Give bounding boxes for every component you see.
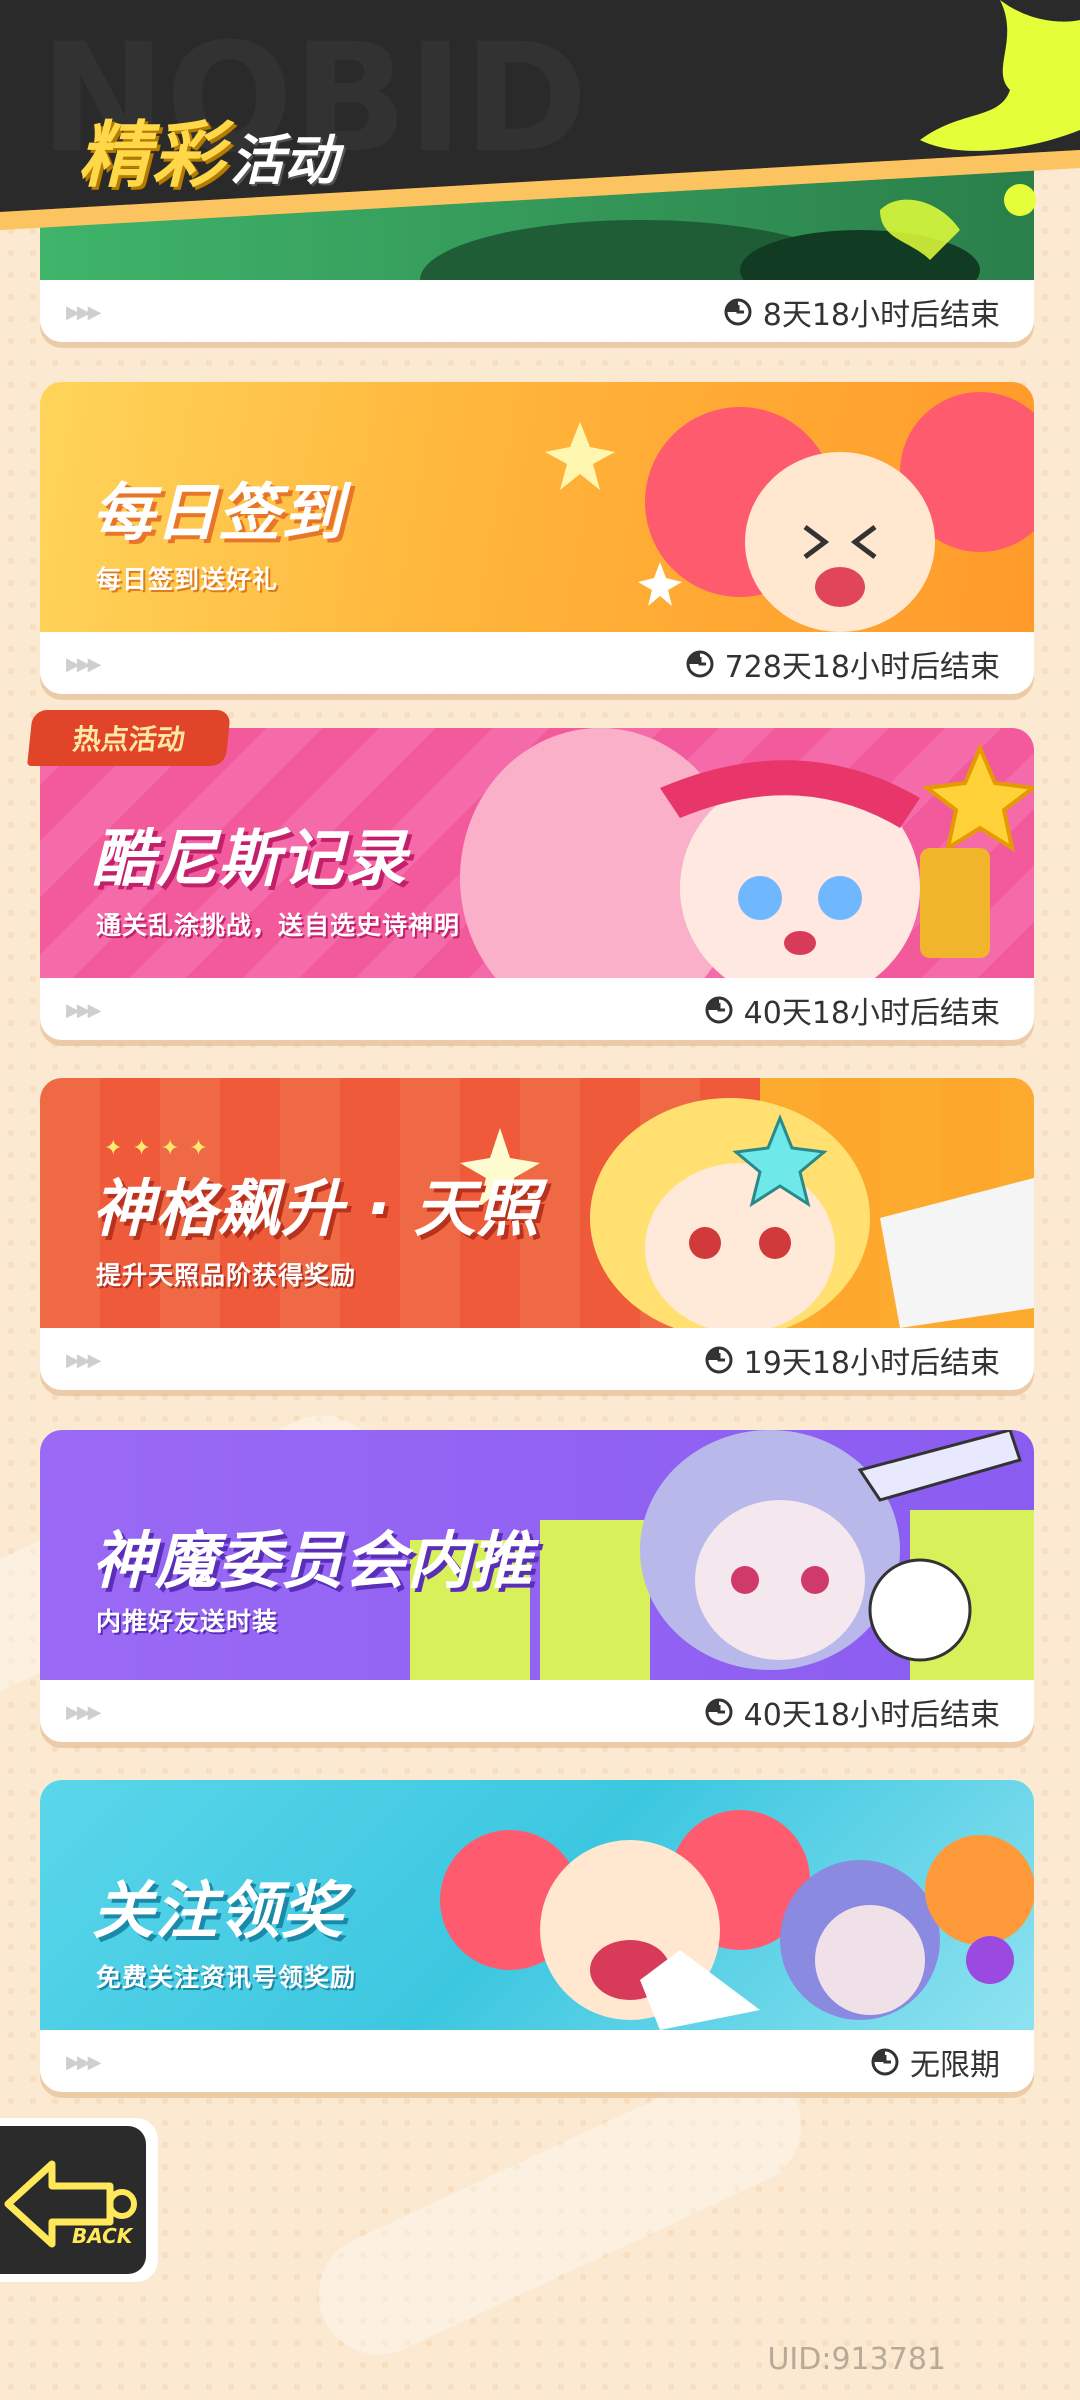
event-banner-image: 每日签到 每日签到送好礼 bbox=[40, 382, 1034, 632]
event-card-record[interactable]: 酷尼斯记录 通关乱涂挑战，送自选史诗神明 ▶▶▶ 40天18小时后结束 bbox=[40, 728, 1034, 1040]
event-timer-text: 19天18小时后结束 bbox=[743, 1346, 1000, 1381]
event-title: 酷尼斯记录 bbox=[90, 821, 408, 897]
back-button-label: BACK bbox=[72, 2224, 133, 2248]
event-card-footer: ▶▶▶ 40天18小时后结束 bbox=[40, 1680, 1034, 1742]
event-subtitle: 免费关注资讯号领奖励 bbox=[96, 1963, 357, 1992]
event-timer-text: 40天18小时后结束 bbox=[743, 996, 1000, 1031]
event-title: 神魔委员会内推 bbox=[90, 1523, 534, 1599]
dots-decoration: ▶▶▶ bbox=[66, 1350, 101, 1371]
event-banner-image: 关注领奖 免费关注资讯号领奖励 bbox=[40, 1780, 1034, 2030]
event-banner-image: 神魔委员会内推 内推好友送时装 bbox=[40, 1430, 1034, 1680]
event-card-daily-checkin[interactable]: 每日签到 每日签到送好礼 ▶▶▶ 728天18小时后结束 bbox=[40, 382, 1034, 694]
dots-decoration: ▶▶▶ bbox=[66, 654, 101, 675]
page-title-sub: 活动 bbox=[230, 129, 339, 192]
dots-decoration: ▶▶▶ bbox=[66, 2052, 101, 2073]
back-button[interactable]: BACK bbox=[0, 2118, 158, 2282]
event-card-ascend[interactable]: ✦✦✦✦ 神格飙升 · 天照 提升天照品阶获得奖励 ▶▶▶ 19天18小时后结束 bbox=[40, 1078, 1034, 1390]
arrow-left-icon bbox=[4, 2160, 137, 2248]
event-card-footer: ▶▶▶ 无限期 bbox=[40, 2030, 1034, 2092]
clock-icon bbox=[686, 650, 714, 678]
event-card-committee[interactable]: 神魔委员会内推 内推好友送时装 ▶▶▶ 40天18小时后结束 bbox=[40, 1430, 1034, 1742]
event-title: 神格飙升 · 天照 bbox=[91, 1171, 541, 1247]
back-button-inner: BACK bbox=[0, 2126, 146, 2274]
page-title: 精彩 活动 bbox=[78, 96, 338, 201]
user-id-label: UID:913781 bbox=[767, 2342, 946, 2377]
event-timer: 40天18小时后结束 bbox=[704, 988, 1000, 1032]
event-title: 每日签到 bbox=[90, 475, 345, 551]
event-timer: 728天18小时后结束 bbox=[685, 642, 1000, 686]
event-timer: 19天18小时后结束 bbox=[704, 1338, 1000, 1382]
clock-icon bbox=[705, 996, 733, 1024]
event-timer: 无限期 bbox=[870, 2040, 1000, 2084]
hot-event-tag: 热点活动 bbox=[27, 710, 231, 766]
event-card-footer: ▶▶▶ 8天18小时后结束 bbox=[40, 280, 1034, 342]
event-subtitle: 提升天照品阶获得奖励 bbox=[96, 1261, 357, 1290]
event-card-footer: ▶▶▶ 40天18小时后结束 bbox=[40, 978, 1034, 1040]
event-subtitle: 每日签到送好礼 bbox=[96, 565, 279, 594]
event-banner-image: ✦✦✦✦ 神格飙升 · 天照 提升天照品阶获得奖励 bbox=[40, 1078, 1034, 1328]
event-card-footer: ▶▶▶ 19天18小时后结束 bbox=[40, 1328, 1034, 1390]
event-card-footer: ▶▶▶ 728天18小时后结束 bbox=[40, 632, 1034, 694]
dots-decoration: ▶▶▶ bbox=[66, 302, 101, 323]
clock-icon bbox=[724, 298, 752, 326]
event-timer-text: 无限期 bbox=[910, 2048, 1000, 2083]
event-subtitle: 通关乱涂挑战，送自选史诗神明 bbox=[96, 911, 461, 940]
clock-icon bbox=[871, 2048, 899, 2076]
clock-icon bbox=[705, 1346, 733, 1374]
event-timer-text: 40天18小时后结束 bbox=[743, 1698, 1000, 1733]
event-subtitle: 内推好友送时装 bbox=[96, 1607, 279, 1636]
header-banner: NOBID 精彩 活动 bbox=[0, 0, 1080, 270]
event-title: 关注领奖 bbox=[90, 1873, 345, 1949]
page-title-main: 精彩 bbox=[78, 113, 227, 197]
event-timer: 40天18小时后结束 bbox=[704, 1690, 1000, 1734]
event-timer-text: 8天18小时后结束 bbox=[762, 298, 1000, 333]
event-card-follow[interactable]: 关注领奖 免费关注资讯号领奖励 ▶▶▶ 无限期 bbox=[40, 1780, 1034, 2092]
clock-icon bbox=[705, 1698, 733, 1726]
dots-decoration: ▶▶▶ bbox=[66, 1702, 101, 1723]
event-timer: 8天18小时后结束 bbox=[723, 290, 1000, 334]
dots-decoration: ▶▶▶ bbox=[66, 1000, 101, 1021]
event-timer-text: 728天18小时后结束 bbox=[724, 650, 1000, 685]
